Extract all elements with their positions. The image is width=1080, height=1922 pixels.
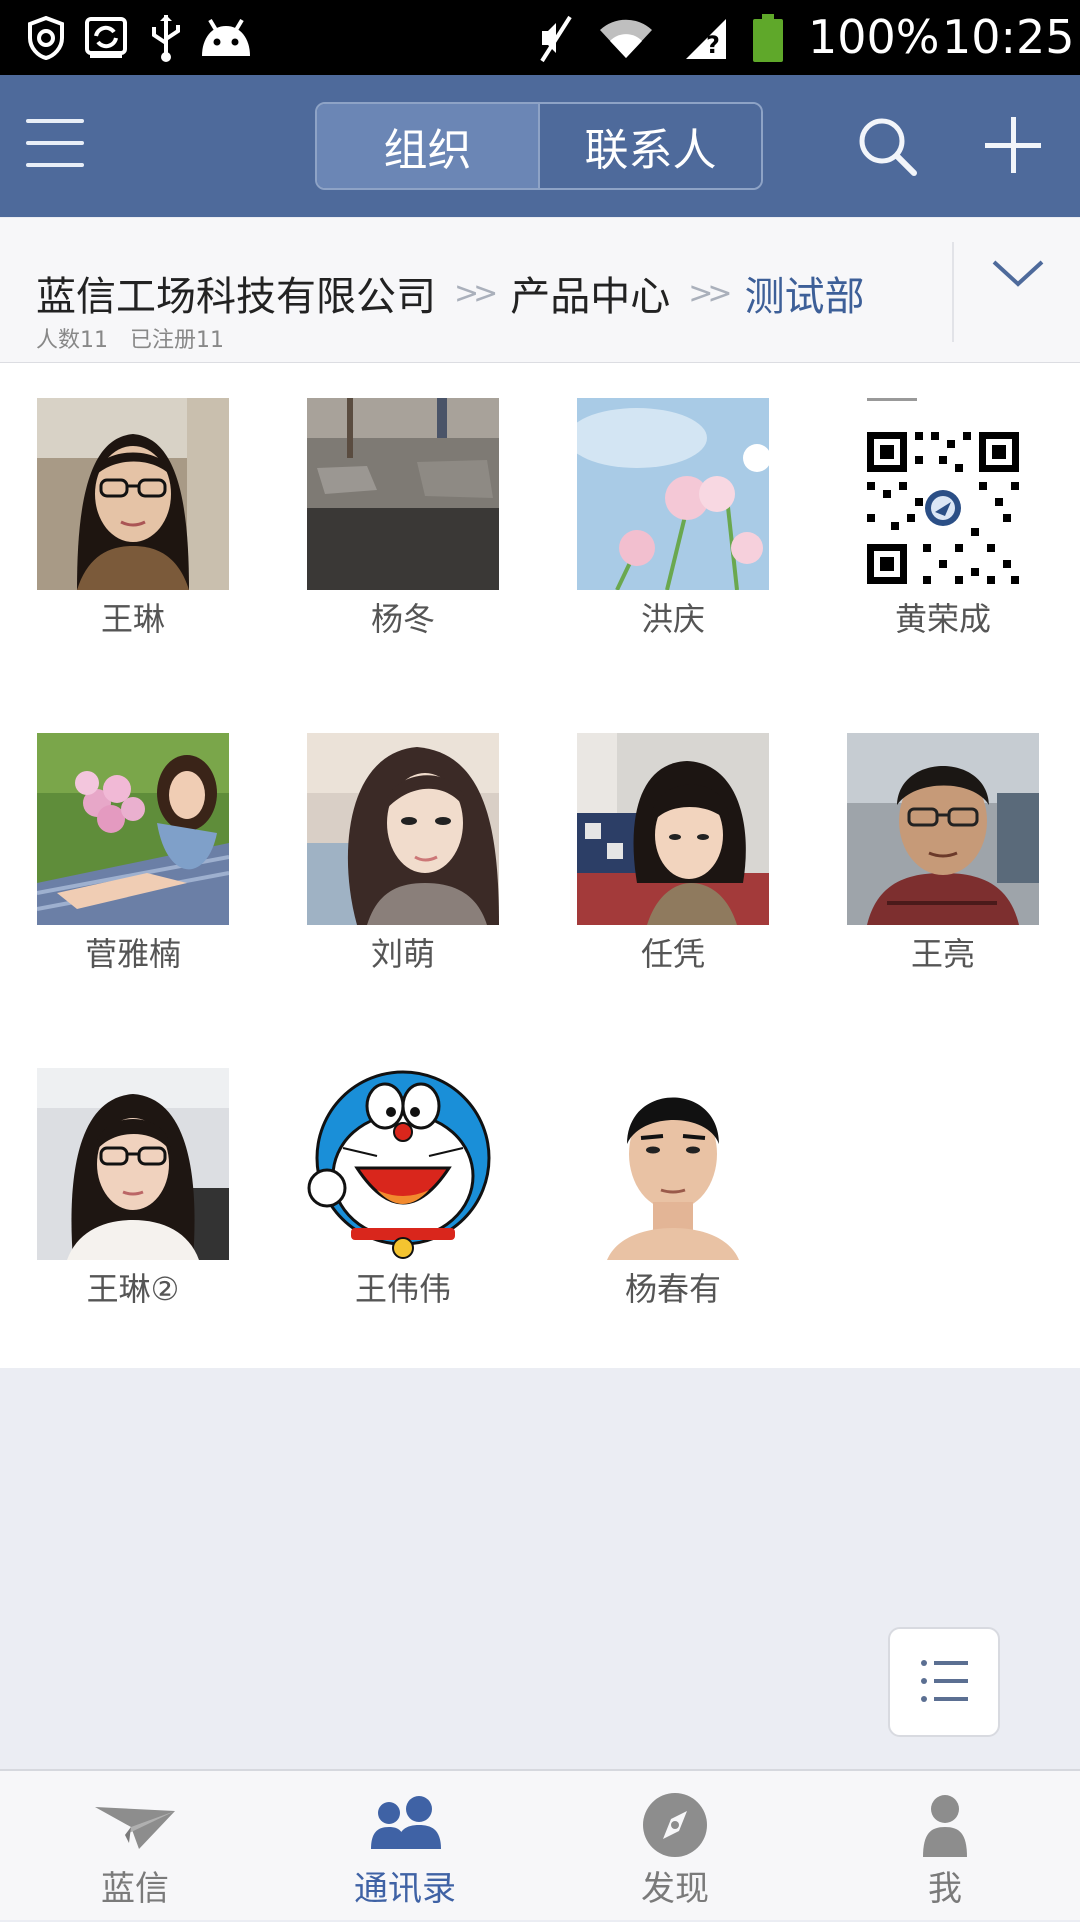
member-name: 杨春有	[624, 1270, 721, 1308]
divider	[952, 242, 954, 342]
member-stats: 人数11 已注册11	[36, 322, 246, 354]
avatar	[307, 398, 499, 590]
member-name: 王琳②	[86, 1270, 180, 1308]
member-card[interactable]: 王琳②	[37, 1068, 229, 1338]
tab-switcher: 组织 联系人	[315, 102, 763, 190]
avatar	[37, 398, 229, 590]
member-card[interactable]: 王伟伟	[307, 1068, 499, 1338]
qr-code-avatar	[847, 398, 1039, 590]
nav-item-me[interactable]: 我	[810, 1771, 1080, 1922]
registered-count: 已注册11	[130, 328, 224, 353]
mute-icon	[536, 10, 576, 65]
member-name: 杨冬	[370, 600, 435, 638]
wifi-icon	[598, 10, 654, 65]
battery-icon	[752, 10, 784, 65]
search-icon[interactable]	[856, 115, 920, 179]
list-menu-button[interactable]	[888, 1627, 1000, 1737]
status-bar: ? 100% 10:25	[0, 0, 1080, 75]
member-card[interactable]: 王琳	[37, 398, 229, 668]
clock: 10:25	[942, 10, 1075, 64]
breadcrumb: 蓝信工场科技有限公司 >> 产品中心 >> 测试部 人数11 已注册11	[0, 218, 1080, 363]
compass-icon	[635, 1791, 715, 1861]
sync-icon	[84, 10, 128, 65]
member-card[interactable]: 黄荣成	[847, 398, 1039, 668]
nav-label: 我	[928, 1869, 962, 1909]
android-icon	[198, 10, 254, 65]
breadcrumb-separator: >>	[454, 275, 498, 311]
bottom-navigation: 蓝信 通讯录 发现 我	[0, 1769, 1080, 1920]
breadcrumb-current-department: 测试部	[744, 274, 865, 320]
usb-icon	[146, 10, 186, 65]
chevron-down-icon[interactable]	[988, 254, 1048, 294]
nav-label: 发现	[641, 1869, 709, 1909]
list-icon	[921, 1660, 968, 1702]
member-name: 菅雅楠	[84, 935, 181, 973]
member-card[interactable]: 王亮	[847, 733, 1039, 1003]
tab-organization[interactable]: 组织	[317, 104, 538, 188]
svg-text:?: ?	[706, 31, 720, 59]
member-card[interactable]: 任凭	[577, 733, 769, 1003]
member-name: 洪庆	[640, 600, 705, 638]
nav-item-lanxin[interactable]: 蓝信	[0, 1771, 270, 1922]
avatar	[307, 1068, 499, 1260]
tab-contacts[interactable]: 联系人	[538, 104, 761, 188]
avatar	[577, 1068, 769, 1260]
member-name: 王琳	[100, 600, 165, 638]
paper-plane-icon	[95, 1791, 175, 1861]
member-card[interactable]: 菅雅楠	[37, 733, 229, 1003]
member-count: 人数11	[36, 328, 108, 353]
person-icon	[905, 1791, 985, 1861]
avatar	[307, 733, 499, 925]
contacts-icon	[365, 1791, 445, 1861]
member-name: 王伟伟	[354, 1270, 451, 1308]
breadcrumb-company[interactable]: 蓝信工场科技有限公司	[36, 264, 436, 322]
nav-label: 通讯录	[354, 1869, 456, 1909]
avatar	[37, 1068, 229, 1260]
nav-item-contacts[interactable]: 通讯录	[270, 1771, 540, 1922]
member-name: 黄荣成	[894, 600, 991, 638]
nav-item-discover[interactable]: 发现	[540, 1771, 810, 1922]
avatar	[577, 733, 769, 925]
breadcrumb-product-center[interactable]: 产品中心	[510, 264, 670, 322]
member-name: 任凭	[640, 935, 705, 973]
breadcrumb-separator: >>	[688, 275, 732, 311]
avatar	[577, 398, 769, 590]
member-name: 王亮	[910, 935, 975, 973]
avatar	[37, 733, 229, 925]
battery-percent: 100%	[808, 10, 940, 64]
member-card[interactable]: 杨春有	[577, 1068, 769, 1338]
member-name: 刘萌	[370, 935, 435, 973]
signal-icon: ?	[684, 10, 728, 65]
member-grid: 王琳 杨冬 洪庆 黄荣成 菅雅楠 刘萌 任凭 王亮 王琳② 王伟伟 杨春有	[0, 363, 1080, 1368]
shield-icon	[26, 10, 66, 65]
nav-label: 蓝信	[101, 1869, 169, 1909]
plus-icon[interactable]	[985, 115, 1045, 175]
member-card[interactable]: 刘萌	[307, 733, 499, 1003]
menu-icon[interactable]	[26, 119, 84, 171]
avatar	[847, 733, 1039, 925]
member-card[interactable]: 杨冬	[307, 398, 499, 668]
title-bar: 组织 联系人	[0, 75, 1080, 217]
member-card[interactable]: 洪庆	[577, 398, 769, 668]
